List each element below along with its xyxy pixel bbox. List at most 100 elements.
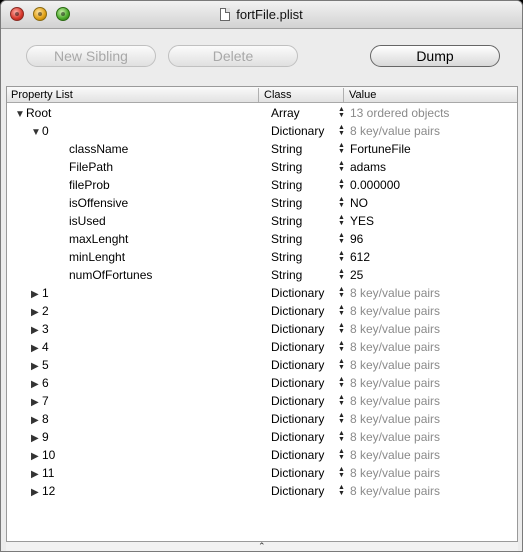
class-cell[interactable]: String — [271, 266, 302, 284]
stepper-arrows-icon[interactable]: ▲ ▼ — [338, 106, 345, 119]
table-row[interactable]: isUsed String ▲ ▼ YES — [7, 212, 517, 230]
table-row[interactable]: ▶ 4 Dictionary ▲ ▼ 8 key/value pairs — [7, 338, 517, 356]
stepper-arrows-icon[interactable]: ▲ ▼ — [338, 232, 345, 245]
property-cell[interactable]: ▶ 2 — [7, 302, 49, 320]
class-cell[interactable]: String — [271, 176, 302, 194]
property-cell[interactable]: numOfFortunes — [7, 266, 152, 284]
value-cell[interactable]: 8 key/value pairs — [350, 464, 440, 482]
stepper-arrows-icon[interactable]: ▲ ▼ — [338, 142, 345, 155]
column-header-class[interactable]: Class — [260, 88, 344, 102]
class-cell[interactable]: Dictionary — [271, 122, 324, 140]
stepper-arrows-icon[interactable]: ▲ ▼ — [338, 412, 345, 425]
table-row[interactable]: isOffensive String ▲ ▼ NO — [7, 194, 517, 212]
value-cell[interactable]: 8 key/value pairs — [350, 320, 440, 338]
class-cell[interactable]: Dictionary — [271, 392, 324, 410]
class-cell[interactable]: String — [271, 230, 302, 248]
table-row[interactable]: ▶ 10 Dictionary ▲ ▼ 8 key/value pairs — [7, 446, 517, 464]
class-cell[interactable]: Dictionary — [271, 338, 324, 356]
value-cell[interactable]: FortuneFile — [350, 140, 411, 158]
value-cell[interactable]: YES — [350, 212, 374, 230]
value-cell[interactable]: 612 — [350, 248, 370, 266]
value-cell[interactable]: 8 key/value pairs — [350, 428, 440, 446]
value-cell[interactable]: 96 — [350, 230, 363, 248]
table-row[interactable]: ▶ 12 Dictionary ▲ ▼ 8 key/value pairs — [7, 482, 517, 500]
table-row[interactable]: numOfFortunes String ▲ ▼ 25 — [7, 266, 517, 284]
property-cell[interactable]: isUsed — [7, 212, 106, 230]
class-cell[interactable]: Dictionary — [271, 446, 324, 464]
column-header-value[interactable]: Value — [345, 88, 515, 102]
class-cell[interactable]: Dictionary — [271, 410, 324, 428]
class-cell[interactable]: Dictionary — [271, 320, 324, 338]
value-cell[interactable]: 8 key/value pairs — [350, 122, 440, 140]
value-cell[interactable]: 0.000000 — [350, 176, 400, 194]
stepper-arrows-icon[interactable]: ▲ ▼ — [338, 178, 345, 191]
table-row[interactable]: ▶ 1 Dictionary ▲ ▼ 8 key/value pairs — [7, 284, 517, 302]
value-cell[interactable]: 8 key/value pairs — [350, 410, 440, 428]
property-cell[interactable]: ▶ 12 — [7, 482, 55, 500]
property-cell[interactable]: ▶ 7 — [7, 392, 49, 410]
table-row[interactable]: minLenght String ▲ ▼ 612 — [7, 248, 517, 266]
table-row[interactable]: ▼0 Dictionary ▲ ▼ 8 key/value pairs — [7, 122, 517, 140]
class-cell[interactable]: String — [271, 248, 302, 266]
property-cell[interactable]: FilePath — [7, 158, 113, 176]
property-cell[interactable]: ▶ 1 — [7, 284, 49, 302]
class-cell[interactable]: Dictionary — [271, 374, 324, 392]
stepper-arrows-icon[interactable]: ▲ ▼ — [338, 196, 345, 209]
property-cell[interactable]: ▼Root — [7, 104, 51, 122]
value-cell[interactable]: 8 key/value pairs — [350, 284, 440, 302]
value-cell[interactable]: 8 key/value pairs — [350, 392, 440, 410]
value-cell[interactable]: 8 key/value pairs — [350, 338, 440, 356]
property-cell[interactable]: ▶ 8 — [7, 410, 49, 428]
stepper-arrows-icon[interactable]: ▲ ▼ — [338, 160, 345, 173]
stepper-arrows-icon[interactable]: ▲ ▼ — [338, 484, 345, 497]
table-row[interactable]: maxLenght String ▲ ▼ 96 — [7, 230, 517, 248]
stepper-arrows-icon[interactable]: ▲ ▼ — [338, 268, 345, 281]
stepper-arrows-icon[interactable]: ▲ ▼ — [338, 304, 345, 317]
property-cell[interactable]: minLenght — [7, 248, 125, 266]
property-cell[interactable]: ▶ 6 — [7, 374, 49, 392]
property-cell[interactable]: ▼0 — [7, 122, 49, 140]
property-cell[interactable]: isOffensive — [7, 194, 128, 212]
stepper-arrows-icon[interactable]: ▲ ▼ — [338, 322, 345, 335]
class-cell[interactable]: String — [271, 140, 302, 158]
property-cell[interactable]: ▶ 9 — [7, 428, 49, 446]
stepper-arrows-icon[interactable]: ▲ ▼ — [338, 358, 345, 371]
stepper-arrows-icon[interactable]: ▲ ▼ — [338, 286, 345, 299]
table-row[interactable]: FilePath String ▲ ▼ adams — [7, 158, 517, 176]
dump-button[interactable]: Dump — [370, 45, 500, 67]
chevron-up-icon[interactable]: ⌃ — [258, 541, 266, 551]
class-cell[interactable]: String — [271, 212, 302, 230]
value-cell[interactable]: NO — [350, 194, 368, 212]
value-cell[interactable]: 8 key/value pairs — [350, 446, 440, 464]
value-cell[interactable]: 8 key/value pairs — [350, 356, 440, 374]
table-row[interactable]: ▶ 11 Dictionary ▲ ▼ 8 key/value pairs — [7, 464, 517, 482]
table-row[interactable]: ▶ 3 Dictionary ▲ ▼ 8 key/value pairs — [7, 320, 517, 338]
property-cell[interactable]: fileProb — [7, 176, 110, 194]
class-cell[interactable]: String — [271, 158, 302, 176]
table-row[interactable]: ▼Root Array ▲ ▼ 13 ordered objects — [7, 104, 517, 122]
stepper-arrows-icon[interactable]: ▲ ▼ — [338, 430, 345, 443]
property-cell[interactable]: ▶ 10 — [7, 446, 55, 464]
table-row[interactable]: fileProb String ▲ ▼ 0.000000 — [7, 176, 517, 194]
splitter-bar[interactable]: ⌃ — [6, 541, 518, 551]
delete-button[interactable]: Delete — [168, 45, 298, 67]
property-list-outline[interactable]: Property List Class Value ▼Root Array ▲ ▼ 13… — [6, 86, 518, 542]
new-sibling-button[interactable]: New Sibling — [26, 45, 156, 67]
stepper-arrows-icon[interactable]: ▲ ▼ — [338, 340, 345, 353]
property-cell[interactable]: ▶ 4 — [7, 338, 49, 356]
stepper-arrows-icon[interactable]: ▲ ▼ — [338, 124, 345, 137]
title-bar[interactable]: fortFile.plist — [1, 1, 522, 29]
table-row[interactable]: ▶ 9 Dictionary ▲ ▼ 8 key/value pairs — [7, 428, 517, 446]
table-row[interactable]: ▶ 2 Dictionary ▲ ▼ 8 key/value pairs — [7, 302, 517, 320]
stepper-arrows-icon[interactable]: ▲ ▼ — [338, 376, 345, 389]
value-cell[interactable]: 25 — [350, 266, 363, 284]
disclosure-triangle-collapsed-icon[interactable]: ▶ — [31, 484, 42, 502]
property-cell[interactable]: ▶ 3 — [7, 320, 49, 338]
table-row[interactable]: ▶ 5 Dictionary ▲ ▼ 8 key/value pairs — [7, 356, 517, 374]
stepper-arrows-icon[interactable]: ▲ ▼ — [338, 250, 345, 263]
class-cell[interactable]: Dictionary — [271, 302, 324, 320]
class-cell[interactable]: Dictionary — [271, 482, 324, 500]
stepper-arrows-icon[interactable]: ▲ ▼ — [338, 448, 345, 461]
class-cell[interactable]: Dictionary — [271, 464, 324, 482]
property-cell[interactable]: className — [7, 140, 128, 158]
